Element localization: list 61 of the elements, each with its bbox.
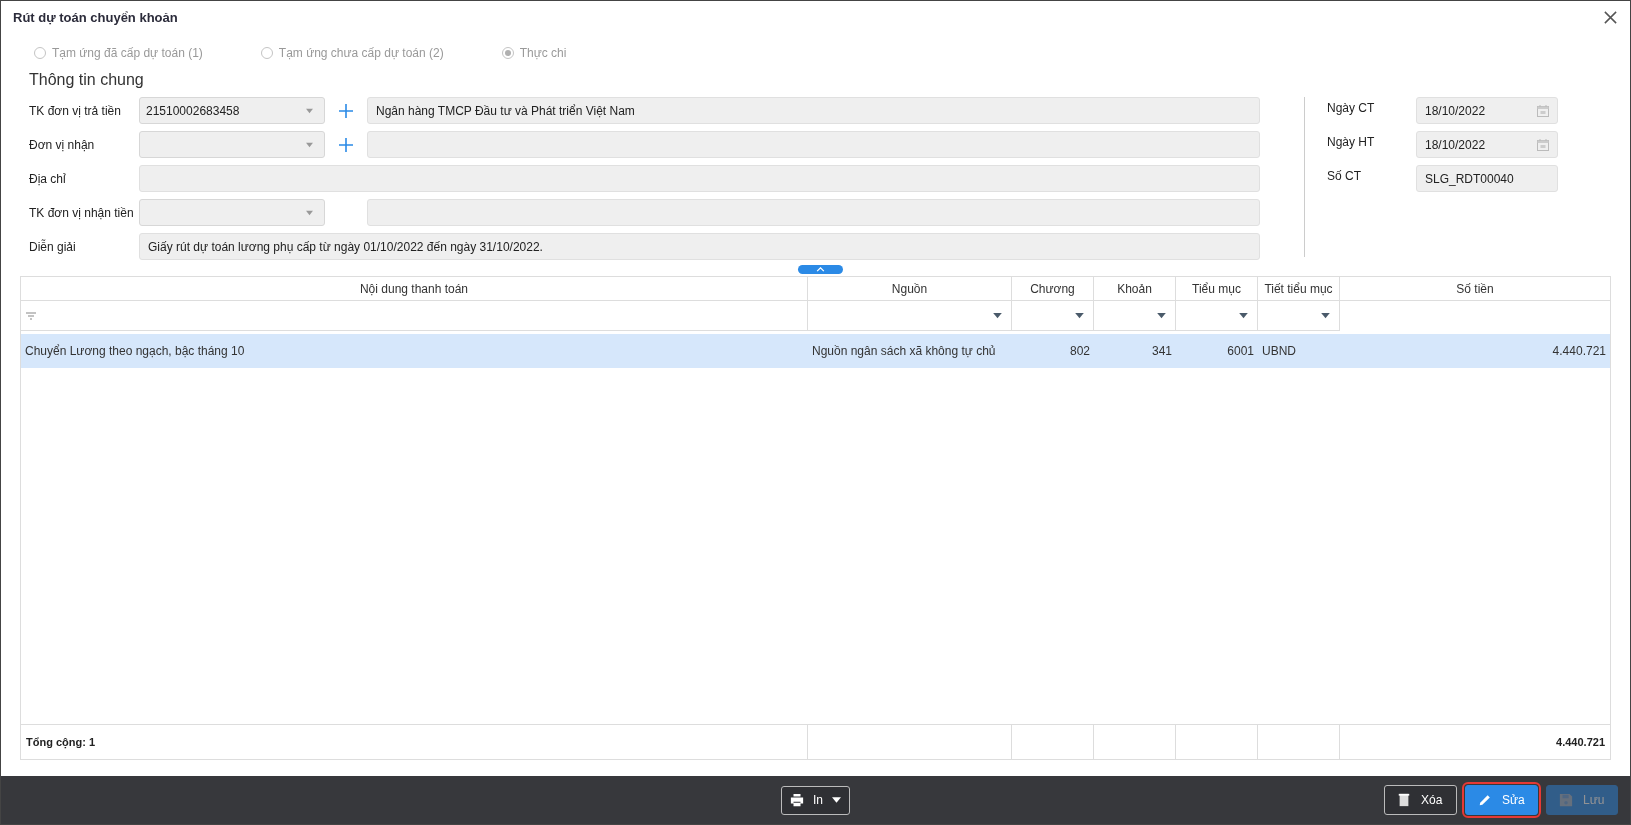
column-header[interactable]: Nội dung thanh toán	[21, 277, 808, 301]
calendar-icon	[1537, 104, 1549, 117]
calendar-icon	[1537, 138, 1549, 151]
table-cell: Chuyển Lương theo ngạch, bậc tháng 10	[25, 344, 245, 358]
column-header[interactable]: Tiết tiểu mục	[1258, 277, 1340, 301]
caret-icon	[1239, 312, 1248, 319]
dropdown-field[interactable]	[139, 199, 325, 226]
trash-icon	[1397, 793, 1411, 807]
dropdown-field[interactable]	[139, 131, 325, 158]
text-field[interactable]	[367, 131, 1260, 158]
text-field[interactable]: Ngân hàng TMCP Đầu tư và Phát triển Việt Nam	[367, 97, 1260, 124]
column-header[interactable]: Khoản	[1094, 277, 1176, 301]
caret-icon	[305, 107, 314, 114]
text-field[interactable]	[139, 165, 1260, 192]
caret-icon	[1321, 312, 1330, 319]
caret-icon	[993, 312, 1002, 319]
filter-icon	[26, 311, 36, 320]
add-icon[interactable]	[339, 103, 353, 118]
caret-icon	[832, 797, 841, 803]
text-field[interactable]	[367, 199, 1260, 226]
table-cell: 6001	[1227, 344, 1254, 358]
field-label: Ngày CT	[1327, 100, 1376, 115]
caret-icon	[305, 141, 314, 148]
field-label: TK đơn vị nhận tiền	[29, 205, 135, 220]
table-cell: Nguồn ngân sách xã không tự chủ	[812, 344, 996, 358]
column-header[interactable]: Chương	[1012, 277, 1094, 301]
total-amount: 4.440.721	[1556, 736, 1605, 748]
field-label: Diễn giải	[29, 239, 77, 254]
window-title: Rút dự toán chuyển khoản	[13, 9, 178, 25]
table-cell: 341	[1151, 344, 1172, 358]
field-label: Địa chỉ	[29, 171, 67, 186]
column-header[interactable]: Tiểu mục	[1176, 277, 1258, 301]
printer-icon	[790, 793, 804, 807]
table-cell: 802	[1069, 344, 1090, 358]
dropdown-field[interactable]: 21510002683458	[139, 97, 325, 124]
table-cell: 4.440.721	[1552, 344, 1606, 358]
date-field[interactable]: 18/10/2022	[1416, 131, 1558, 158]
section-title: Thông tin chung	[28, 70, 145, 90]
table-cell: UBND	[1262, 344, 1296, 358]
collapse-button[interactable]	[798, 264, 843, 274]
field-label: Ngày HT	[1327, 134, 1376, 149]
caret-icon	[1075, 312, 1084, 319]
pencil-icon	[1478, 793, 1492, 807]
add-icon[interactable]	[339, 137, 353, 152]
print-button[interactable]: In	[781, 785, 850, 815]
chevron-up-icon	[816, 266, 825, 272]
table-row[interactable]: Chuyển Lương theo ngạch, bậc tháng 10 Nguồn ngân sách xã không tự chủ 802 341 6001 UBND 4.440.721	[21, 334, 1610, 368]
date-field[interactable]: 18/10/2022	[1416, 97, 1558, 124]
column-header[interactable]: Nguồn	[808, 277, 1012, 301]
field-label: Số CT	[1327, 168, 1362, 183]
delete-button[interactable]: Xóa	[1384, 785, 1457, 815]
total-label: Tổng cộng: 1	[26, 736, 96, 748]
close-icon[interactable]	[1603, 9, 1618, 25]
field-label: Đơn vị nhận	[29, 137, 96, 152]
text-field[interactable]: Giấy rút dự toán lương phụ cấp từ ngày 01/10/2022 đến ngày 31/10/2022.	[139, 233, 1260, 260]
text-field[interactable]: SLG_RDT00040	[1416, 165, 1558, 192]
caret-icon	[1157, 312, 1166, 319]
column-header[interactable]: Số tiền	[1340, 277, 1610, 301]
edit-button[interactable]: Sửa	[1465, 785, 1538, 815]
field-label: TK đơn vị trả tiền	[29, 103, 122, 118]
caret-icon	[305, 209, 314, 216]
